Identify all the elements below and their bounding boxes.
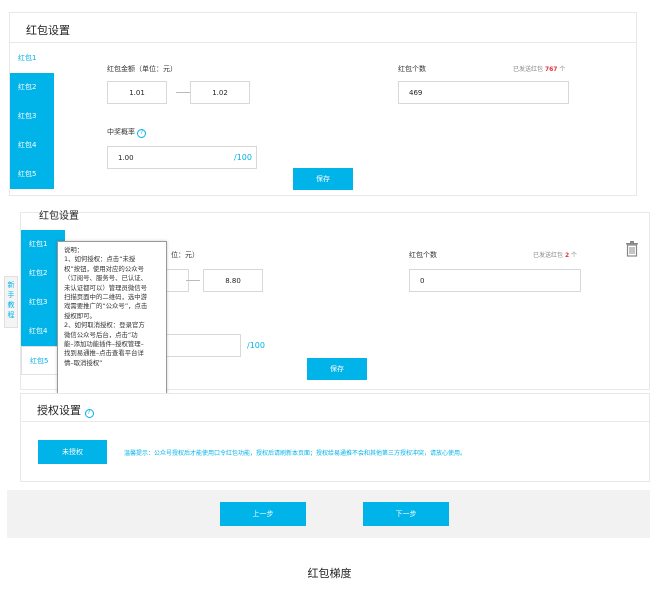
tab-redpacket-1[interactable]: 红包1 (10, 44, 54, 73)
tooltip-line: （订阅号、服务号、已认证、 (64, 274, 148, 283)
redpacket-settings-panel-1: 红包设置 红包1 红包2 红包3 红包4 红包5 红包金额（单位：元） 1.01… (9, 12, 637, 196)
sent-count-2: 2 (564, 252, 570, 259)
rate-unit: /100 (234, 153, 252, 162)
beginner-tutorial-tab[interactable]: 新手教程 (4, 276, 18, 328)
auth-header: 授权设置 ? (21, 394, 649, 422)
next-step-button[interactable]: 下一步 (363, 502, 449, 526)
save-button-2[interactable]: 保存 (307, 358, 367, 380)
rate-label-text: 中奖概率 (107, 128, 135, 136)
sent-suffix: 个 (559, 66, 566, 73)
tooltip-line: 权”按钮，使用对应的公众号 (64, 264, 144, 273)
question-icon[interactable]: ? (137, 128, 147, 138)
tooltip-line: 1、如何授权：点击“未授 (64, 255, 136, 264)
amount-max-input-2[interactable]: 8.80 (203, 269, 263, 292)
count-input-2[interactable]: 0 (409, 269, 581, 292)
tooltip-line: 情–取消授权” (64, 358, 103, 367)
count-label: 红包个数 (398, 65, 426, 73)
auth-title-text: 授权设置 (37, 404, 81, 417)
question-icon[interactable]: ? (84, 408, 94, 418)
auth-title: 授权设置 ? (37, 402, 94, 418)
tooltip-line: 微信公众号后台，点击“功 (64, 330, 138, 339)
amount-label: 红包金额（单位：元） (107, 65, 177, 73)
sent-prefix: 已发送红包 (513, 66, 544, 73)
amount-min-input[interactable]: 1.01 (107, 81, 167, 104)
tooltip-line: 找到易通推–点击查看平台详 (64, 349, 144, 358)
range-dash (176, 92, 190, 93)
tab-redpacket-5[interactable]: 红包5 (10, 160, 54, 189)
save-button[interactable]: 保存 (293, 168, 353, 190)
tooltip-line: 未认证都可以）管理员微信号 (64, 283, 148, 292)
panel-title: 红包设置 (26, 24, 70, 37)
tooltip-line: 2、如何取消授权：登录官方 (64, 321, 145, 330)
rate-input-2[interactable] (161, 334, 241, 357)
tooltip-line: 授权即可。 (64, 311, 96, 320)
help-tooltip: 说明： 1、如何授权：点击“未授 权”按钮，使用对应的公众号 （订阅号、服务号、… (57, 241, 167, 398)
count-label-2: 红包个数 (409, 251, 437, 259)
panel-title-2: 红包设置 (39, 211, 79, 222)
unauthorized-button[interactable]: 未授权 (38, 440, 107, 464)
count-input[interactable]: 469 (398, 81, 569, 104)
figure-caption: 红包梯度 (307, 567, 352, 580)
sent-prefix-2: 已发送红包 (533, 252, 564, 259)
trash-icon[interactable] (625, 241, 639, 257)
tab-redpacket-2[interactable]: 红包2 (10, 73, 54, 102)
panel-header: 红包设置 (10, 13, 636, 43)
rate-label: 中奖概率 ? (107, 127, 147, 138)
auth-tip: 温馨提示：公众号授权后才能使用口令红包功能，授权后请刷新本页面；授权给易通推不会… (124, 450, 467, 457)
sent-count-text-2: 已发送红包 2 个 (533, 250, 577, 259)
sent-count-text: 已发送红包 767 个 (513, 64, 565, 73)
amount-max-input[interactable]: 1.02 (190, 81, 250, 104)
beginner-tutorial-label: 新手教程 (7, 281, 15, 319)
tooltip-line: 说明： (64, 246, 84, 254)
rate-unit-2: /100 (247, 341, 265, 350)
sent-suffix-2: 个 (571, 252, 578, 259)
prev-step-button[interactable]: 上一步 (220, 502, 306, 526)
range-dash-2 (186, 280, 200, 281)
amount-label-2: 位：元） (171, 251, 199, 259)
tab-redpacket-3[interactable]: 红包3 (10, 102, 54, 131)
auth-settings-panel: 授权设置 ? 未授权 温馨提示：公众号授权后才能使用口令红包功能，授权后请刷新本… (20, 393, 650, 482)
tooltip-line: 戏需要推广的“公众号”，点击 (64, 302, 148, 311)
tab-redpacket-4[interactable]: 红包4 (10, 131, 54, 160)
sent-count: 767 (544, 66, 558, 73)
bottom-nav-bar: 上一步 下一步 (7, 490, 650, 538)
